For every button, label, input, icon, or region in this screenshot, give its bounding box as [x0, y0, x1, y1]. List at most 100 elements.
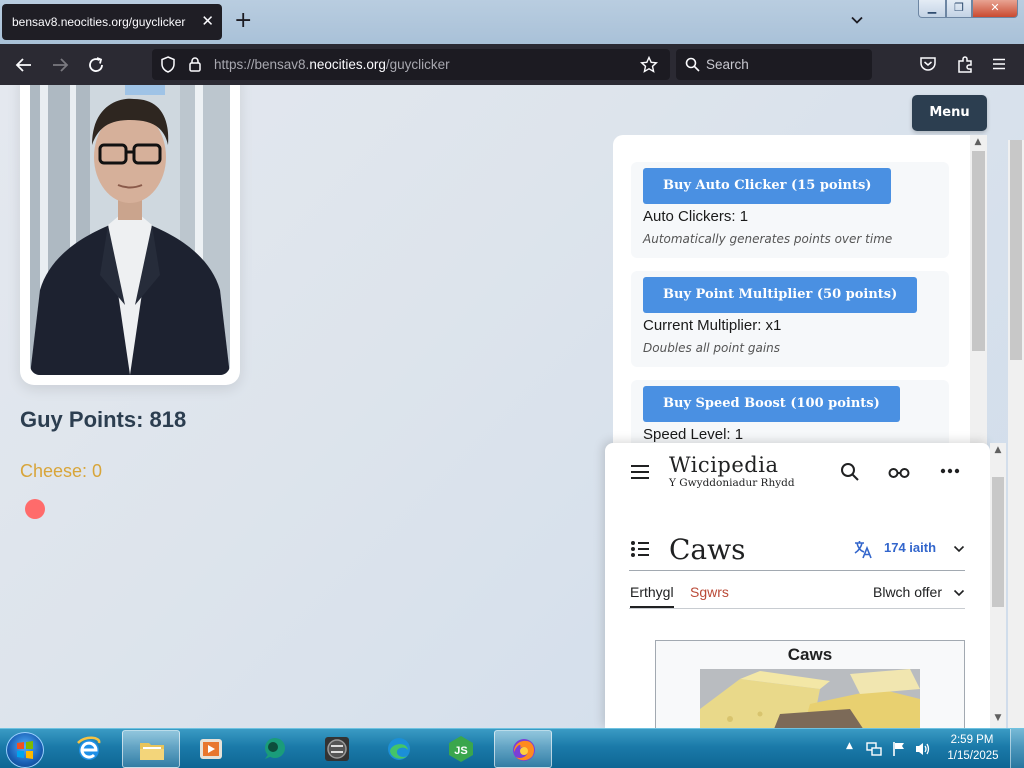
volume-icon[interactable]	[914, 741, 932, 757]
auto-clickers-stat: Auto Clickers: 1	[643, 208, 749, 225]
divider	[629, 570, 965, 571]
start-button[interactable]	[6, 732, 44, 768]
guy-card[interactable]	[20, 85, 240, 385]
tab-strip: bensav8.neocities.org/guyclicker ✕ + ▁ ❐…	[0, 0, 1024, 44]
upgrade-shop-panel: Buy Auto Clicker (15 points) Auto Clicke…	[613, 135, 970, 495]
shop-item-multiplier: Buy Point Multiplier (50 points) Current…	[631, 271, 949, 367]
minimize-button[interactable]: ▁	[918, 0, 946, 18]
guy-photo[interactable]	[30, 85, 230, 375]
chat-bubble-icon	[265, 738, 285, 759]
close-window-button[interactable]: ✕	[972, 0, 1018, 18]
firefox-icon	[513, 739, 535, 761]
forward-icon[interactable]	[48, 53, 72, 77]
shop-scrollbar[interactable]: ▲	[970, 135, 987, 447]
taskbar-file-explorer[interactable]	[122, 730, 180, 768]
table-of-contents-icon[interactable]	[630, 540, 650, 558]
cheese-image[interactable]	[700, 669, 920, 728]
tab-talk[interactable]: Sgwrs	[690, 584, 729, 600]
buy-multiplier-button[interactable]: Buy Point Multiplier (50 points)	[643, 277, 918, 313]
url-path: /guyclicker	[385, 57, 450, 72]
scroll-up-icon[interactable]: ▲	[970, 137, 986, 147]
hamburger-menu-icon[interactable]	[991, 56, 1007, 72]
browser-tab[interactable]: bensav8.neocities.org/guyclicker ✕	[2, 4, 222, 40]
wikipedia-scroll-thumb[interactable]	[992, 477, 1004, 607]
extensions-icon[interactable]	[955, 54, 975, 74]
search-box[interactable]: Search	[676, 49, 872, 80]
multiplier-stat: Current Multiplier: x1	[643, 317, 782, 334]
maximize-button[interactable]: ❐	[946, 0, 972, 18]
action-center-flag-icon[interactable]	[892, 741, 906, 757]
clock-date[interactable]: 1/15/2025	[940, 750, 1006, 762]
speed-level-stat: Speed Level: 1	[643, 426, 744, 443]
taskbar-internet-explorer[interactable]	[60, 730, 118, 768]
wikipedia-overlay: Wicipedia Y Gwyddoniadur Rhydd Caws 174 …	[605, 443, 990, 728]
chevron-down-icon[interactable]	[953, 544, 965, 554]
wikipedia-logo[interactable]: Wicipedia	[669, 453, 778, 477]
url-prefix: https://bensav8.	[214, 57, 310, 72]
back-icon[interactable]	[12, 53, 36, 77]
language-selector[interactable]: 174 iaith	[884, 540, 936, 555]
scroll-up-icon[interactable]: ▲	[990, 445, 1006, 455]
taskbar-chat-app[interactable]	[245, 730, 303, 768]
menu-button[interactable]: Menu	[912, 95, 987, 131]
guy-points-counter: Guy Points: 818	[20, 407, 187, 432]
shop-scroll-thumb[interactable]	[972, 151, 985, 351]
main-menu-icon[interactable]	[629, 463, 651, 481]
search-icon[interactable]	[840, 462, 860, 482]
chevron-down-icon[interactable]	[953, 588, 965, 598]
cheese-counter: Cheese: 0	[20, 461, 103, 481]
windows-taskbar: JS ▲ 2:59 PM 1/15/2025	[0, 728, 1024, 768]
folder-icon	[140, 743, 164, 760]
shop-item-auto-clicker: Buy Auto Clicker (15 points) Auto Clicke…	[631, 162, 949, 258]
media-player-icon	[200, 739, 222, 759]
buy-speed-boost-button[interactable]: Buy Speed Boost (100 points)	[643, 386, 900, 422]
clock-time[interactable]: 2:59 PM	[944, 734, 1000, 746]
taskbar-edge[interactable]	[370, 730, 428, 768]
tab-article[interactable]: Erthygl	[630, 584, 674, 608]
floating-click-dot[interactable]	[25, 499, 45, 519]
pocket-icon[interactable]	[919, 55, 937, 73]
more-options-icon[interactable]	[940, 468, 960, 474]
address-bar[interactable]: https://bensav8.neocities.org/guyclicker	[152, 49, 670, 80]
search-icon	[685, 57, 700, 72]
internet-explorer-icon	[77, 736, 101, 760]
page-scrollbar[interactable]	[1008, 140, 1024, 728]
wikipedia-scrollbar[interactable]: ▲ ▼	[990, 443, 1006, 728]
tray-overflow-icon[interactable]: ▲	[846, 741, 853, 751]
windows-logo-icon	[17, 741, 33, 759]
tools-dropdown[interactable]: Blwch offer	[873, 584, 942, 600]
multiplier-description: Doubles all point gains	[643, 341, 781, 355]
show-desktop-button[interactable]	[1010, 729, 1024, 768]
search-placeholder: Search	[706, 57, 749, 72]
taskbar-media-player[interactable]	[182, 730, 240, 768]
reload-icon[interactable]	[84, 53, 108, 77]
svg-text:JS: JS	[454, 745, 467, 757]
reading-glasses-icon[interactable]	[888, 465, 910, 479]
edge-icon	[388, 738, 410, 760]
lock-icon[interactable]	[188, 56, 202, 73]
buy-auto-clicker-button[interactable]: Buy Auto Clicker (15 points)	[643, 168, 892, 204]
network-icon[interactable]	[866, 741, 882, 757]
tab-title: bensav8.neocities.org/guyclicker	[12, 15, 186, 29]
divider	[629, 608, 965, 609]
tab-close-icon[interactable]: ✕	[201, 12, 214, 30]
bookmark-star-icon[interactable]	[640, 56, 658, 74]
infobox: Caws	[655, 640, 965, 728]
taskbar-wii-app[interactable]	[308, 730, 366, 768]
taskbar-js-app[interactable]: JS	[432, 730, 490, 768]
translate-icon[interactable]	[853, 539, 873, 559]
page-scroll-thumb[interactable]	[1010, 140, 1022, 360]
url-text[interactable]: https://bensav8.neocities.org/guyclicker	[214, 57, 450, 72]
taskbar-firefox[interactable]	[494, 730, 552, 768]
scroll-down-icon[interactable]: ▼	[990, 713, 1006, 723]
navigation-toolbar: https://bensav8.neocities.org/guyclicker…	[0, 44, 1024, 85]
url-domain: neocities.org	[309, 57, 386, 72]
article-title: Caws	[669, 533, 746, 566]
wikipedia-tagline: Y Gwyddoniadur Rhydd	[669, 477, 795, 489]
new-tab-icon[interactable]: +	[234, 8, 252, 34]
auto-clicker-description: Automatically generates points over time	[643, 232, 893, 246]
infobox-title: Caws	[787, 645, 833, 664]
shield-icon[interactable]	[160, 56, 176, 73]
chevron-down-icon[interactable]	[849, 12, 865, 28]
wii-sd-icon	[325, 737, 349, 761]
